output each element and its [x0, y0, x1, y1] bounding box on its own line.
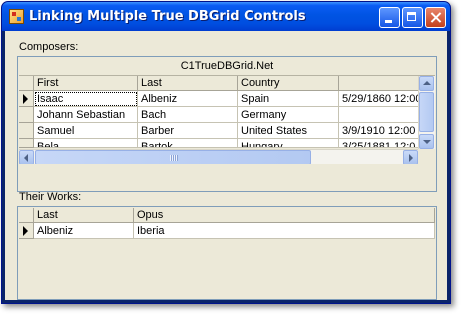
table-cell[interactable]: 5/29/1860 12:00	[339, 91, 419, 107]
works-header-row: Last Opus	[19, 208, 435, 223]
table-cell[interactable]: United States	[238, 123, 339, 139]
horizontal-scroll-thumb[interactable]	[35, 150, 311, 165]
composers-vertical-scrollbar[interactable]	[418, 76, 435, 149]
scrollbar-corner	[418, 149, 434, 164]
table-cell[interactable]: 3/25/1881 12:0	[339, 139, 419, 148]
table-cell[interactable]: Bach	[138, 107, 238, 123]
client-area: Composers: C1TrueDBGrid.Net First Last C…	[5, 31, 447, 300]
table-cell[interactable]: Albeniz	[138, 91, 238, 107]
title-bar[interactable]: Linking Multiple True DBGrid Controls	[2, 2, 450, 31]
composers-header-corner	[19, 76, 34, 91]
composers-grid-blank-area	[19, 164, 434, 189]
vertical-scroll-thumb[interactable]	[419, 92, 434, 132]
composers-row-selector[interactable]	[19, 139, 34, 148]
composers-col-header[interactable]: Last	[138, 76, 238, 91]
composers-col-header[interactable]: Country	[238, 76, 339, 91]
window-title: Linking Multiple True DBGrid Controls	[29, 9, 306, 24]
table-cell[interactable]: Isaac	[34, 91, 138, 107]
composers-col-header[interactable]	[339, 76, 419, 91]
table-cell[interactable]: Johann Sebastian	[34, 107, 138, 123]
table-cell[interactable]: Barber	[138, 123, 238, 139]
scroll-grip-icon	[170, 155, 178, 161]
composers-label: Composers:	[19, 41, 79, 53]
composers-col-header[interactable]: First	[34, 76, 138, 91]
composers-row-selector[interactable]	[19, 107, 34, 123]
row-indicator-arrow-icon	[23, 94, 28, 104]
works-grid[interactable]: Last Opus Albeniz Iberia	[17, 206, 437, 300]
table-cell[interactable]: Hungary	[238, 139, 339, 148]
row-indicator-arrow-icon	[23, 226, 28, 236]
scroll-down-button[interactable]	[419, 134, 434, 149]
works-header-corner	[19, 208, 34, 223]
works-grid-blank-area	[19, 239, 435, 297]
table-cell[interactable]: Iberia	[134, 223, 435, 239]
composers-row-selector[interactable]	[19, 91, 34, 107]
chevron-down-icon	[423, 140, 431, 144]
scroll-left-button[interactable]	[19, 150, 34, 165]
table-cell[interactable]: Bela	[34, 139, 138, 148]
chevron-up-icon	[423, 81, 431, 85]
maximize-button[interactable]	[402, 7, 423, 28]
composers-header-row: First Last Country	[19, 76, 419, 91]
app-icon	[9, 9, 24, 24]
table-cell[interactable]	[339, 107, 419, 123]
composers-grid[interactable]: C1TrueDBGrid.Net First Last Country Isaa…	[17, 56, 437, 192]
app-window: Linking Multiple True DBGrid Controls Co…	[1, 1, 451, 304]
scroll-up-button[interactable]	[419, 76, 434, 91]
works-row-selector[interactable]	[19, 223, 34, 239]
table-cell[interactable]: Samuel	[34, 123, 138, 139]
chevron-left-icon	[24, 154, 28, 162]
composers-horizontal-scrollbar[interactable]	[19, 149, 418, 165]
works-col-header[interactable]: Opus	[134, 208, 435, 223]
table-cell[interactable]: Albeniz	[34, 223, 134, 239]
composers-grid-caption: C1TrueDBGrid.Net	[19, 58, 435, 76]
table-cell[interactable]: 3/9/1910 12:00	[339, 123, 419, 139]
table-cell[interactable]: Germany	[238, 107, 339, 123]
composers-row-selector[interactable]	[19, 123, 34, 139]
chevron-right-icon	[409, 154, 413, 162]
close-button[interactable]	[425, 7, 446, 28]
table-cell[interactable]: Spain	[238, 91, 339, 107]
works-label: Their Works:	[19, 191, 82, 203]
works-col-header[interactable]: Last	[34, 208, 134, 223]
table-cell[interactable]: Bartok	[138, 139, 238, 148]
minimize-button[interactable]	[379, 7, 400, 28]
scroll-right-button[interactable]	[403, 150, 418, 165]
